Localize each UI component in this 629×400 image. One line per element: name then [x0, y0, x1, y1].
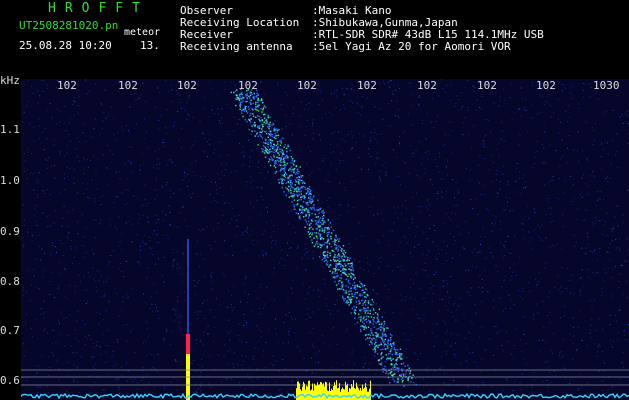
y-tick-0-8: 0.8 [0, 275, 20, 288]
red-spot [186, 334, 190, 354]
x-tick-4: 102 [297, 79, 317, 92]
header-panel: HROFFT UT2508281020.pn meteor 25.08.28 1… [0, 0, 629, 80]
antenna-value: :5el Yagi Az 20 for Aomori VOR [312, 40, 511, 53]
filename-label: UT2508281020.pn [19, 19, 119, 32]
y-tick-1-0: 1.0 [0, 174, 20, 187]
x-tick-5: 102 [357, 79, 377, 92]
x-tick-0: 102 [57, 79, 77, 92]
y-tick-0-9: 0.9 [0, 225, 20, 238]
x-tick-6: 102 [417, 79, 437, 92]
y-tick-1-1: 1.1 [0, 123, 20, 136]
antenna-label: Receiving antenna [180, 40, 293, 53]
x-tick-9: 1030 [593, 79, 620, 92]
x-tick-1: 102 [118, 79, 138, 92]
count-label: 13. [140, 39, 160, 52]
spectrogram-canvas [21, 79, 629, 400]
spectrogram-plot [21, 79, 629, 400]
x-tick-3: 102 [238, 79, 258, 92]
meteor-trail [230, 88, 417, 387]
x-tick-8: 102 [536, 79, 556, 92]
y-tick-0-7: 0.7 [0, 324, 20, 337]
y-unit-label: kHz [0, 74, 20, 87]
y-tick-0-6: 0.6 [0, 374, 20, 387]
x-tick-7: 102 [477, 79, 497, 92]
noise-layer [21, 79, 629, 400]
app-logo: HROFFT [48, 1, 149, 16]
x-tick-2: 102 [177, 79, 197, 92]
datetime-label: 25.08.28 10:20 [19, 39, 112, 52]
category-label: meteor [124, 27, 161, 38]
